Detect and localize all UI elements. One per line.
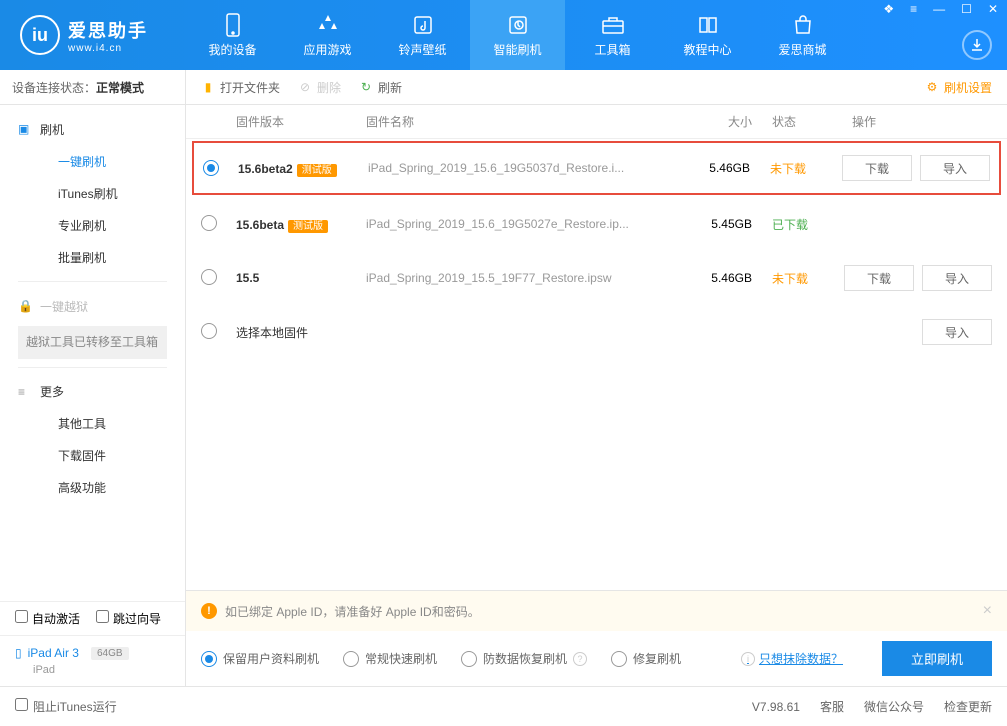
download-manager-button[interactable]	[962, 30, 992, 60]
import-button[interactable]: 导入	[920, 155, 990, 181]
alert-close-button[interactable]: ×	[983, 602, 992, 620]
main-panel: ▮ 打开文件夹 ⊘ 删除 ↻ 刷新 ⚙ 刷机设置 固件版本 固件名称 大小 状态…	[186, 70, 1007, 686]
lock-icon: 🔒	[18, 299, 34, 313]
toolbar: ▮ 打开文件夹 ⊘ 删除 ↻ 刷新 ⚙ 刷机设置	[186, 70, 1007, 105]
erase-data-link[interactable]: i只想抹除数据？	[741, 650, 843, 667]
device-card[interactable]: ▯ iPad Air 3 64GB iPad	[0, 635, 185, 686]
auto-activate-checkbox[interactable]: 自动激活	[15, 610, 80, 627]
import-button[interactable]: 导入	[922, 319, 992, 345]
music-icon	[411, 13, 435, 37]
nav-my-device[interactable]: 我的设备	[185, 0, 280, 70]
delete-button[interactable]: ⊘ 删除	[298, 79, 341, 96]
opt-recovery[interactable]: 防数据恢复刷机?	[461, 650, 587, 667]
row-radio[interactable]	[201, 323, 217, 339]
table-row[interactable]: 选择本地固件导入	[186, 305, 1007, 359]
delete-icon: ⊘	[298, 80, 312, 94]
nav-tools[interactable]: 工具箱	[565, 0, 660, 70]
help-icon[interactable]: ?	[573, 652, 587, 666]
win-menu-icon[interactable]: ❖	[879, 0, 898, 18]
folder-icon: ▮	[201, 80, 215, 94]
logo-area: iu 爱思助手 www.i4.cn	[0, 15, 185, 55]
win-close-icon[interactable]: ✕	[984, 0, 1002, 18]
row-radio[interactable]	[203, 160, 219, 176]
window-controls: ❖ ≡ — ☐ ✕	[879, 0, 1002, 18]
sidebar-itunes-flash[interactable]: iTunes刷机	[0, 177, 185, 209]
win-minimize-icon[interactable]: —	[929, 0, 949, 18]
block-itunes-checkbox[interactable]: 阻止iTunes运行	[15, 698, 117, 715]
import-button[interactable]: 导入	[922, 265, 992, 291]
sidebar-flash-group[interactable]: ▣ 刷机	[0, 113, 185, 145]
header: iu 爱思助手 www.i4.cn 我的设备 应用游戏 铃声壁纸 智能刷机 工具…	[0, 0, 1007, 70]
sidebar-pro-flash[interactable]: 专业刷机	[0, 209, 185, 241]
table-row[interactable]: 15.6beta测试版iPad_Spring_2019_15.6_19G5027…	[186, 197, 1007, 251]
download-button[interactable]: 下载	[842, 155, 912, 181]
logo-en: www.i4.cn	[68, 43, 148, 54]
sidebar-advanced[interactable]: 高级功能	[0, 472, 185, 504]
device-icon	[221, 13, 245, 37]
footer-update[interactable]: 检查更新	[944, 698, 992, 715]
tablet-icon: ▯	[15, 646, 22, 660]
refresh-button[interactable]: ↻ 刷新	[359, 79, 402, 96]
sidebar: 设备连接状态： 正常模式 ▣ 刷机 一键刷机 iTunes刷机 专业刷机 批量刷…	[0, 70, 186, 686]
sidebar-batch-flash[interactable]: 批量刷机	[0, 241, 185, 273]
flash-icon	[506, 13, 530, 37]
info-icon: i	[741, 652, 755, 666]
sidebar-download-fw[interactable]: 下载固件	[0, 440, 185, 472]
win-maximize-icon[interactable]: ☐	[957, 0, 976, 18]
logo-text: 爱思助手 www.i4.cn	[68, 17, 148, 54]
opt-quick[interactable]: 常规快速刷机	[343, 650, 437, 667]
phone-icon: ▣	[18, 122, 34, 136]
flash-now-button[interactable]: 立即刷机	[882, 641, 992, 676]
toolbox-icon	[601, 13, 625, 37]
open-folder-button[interactable]: ▮ 打开文件夹	[201, 79, 280, 96]
logo-cn: 爱思助手	[68, 17, 148, 43]
activation-options: 自动激活 跳过向导	[0, 601, 185, 635]
sidebar-more-group[interactable]: ≡ 更多	[0, 376, 185, 408]
sidebar-other-tools[interactable]: 其他工具	[0, 408, 185, 440]
more-icon: ≡	[18, 385, 34, 399]
sidebar-jailbreak: 🔒 一键越狱	[0, 290, 185, 322]
footer-wechat[interactable]: 微信公众号	[864, 698, 924, 715]
store-icon	[791, 13, 815, 37]
sidebar-oneclick-flash[interactable]: 一键刷机	[0, 145, 185, 177]
gear-icon: ⚙	[925, 80, 939, 94]
table-header: 固件版本 固件名称 大小 状态 操作	[186, 105, 1007, 139]
nav-tutorials[interactable]: 教程中心	[660, 0, 755, 70]
footer-support[interactable]: 客服	[820, 698, 844, 715]
book-icon	[696, 13, 720, 37]
table-row[interactable]: 15.5iPad_Spring_2019_15.5_19F77_Restore.…	[186, 251, 1007, 305]
warning-icon: !	[201, 603, 217, 619]
logo-icon: iu	[20, 15, 60, 55]
row-radio[interactable]	[201, 269, 217, 285]
connection-status: 设备连接状态： 正常模式	[0, 70, 185, 105]
bottom-panel: ! 如已绑定 Apple ID，请准备好 Apple ID和密码。 × 保留用户…	[186, 590, 1007, 686]
download-button[interactable]: 下载	[844, 265, 914, 291]
flash-options: 保留用户资料刷机 常规快速刷机 防数据恢复刷机? 修复刷机 i只想抹除数据？ 立…	[186, 631, 1007, 686]
alert-bar: ! 如已绑定 Apple ID，请准备好 Apple ID和密码。 ×	[186, 591, 1007, 631]
opt-repair[interactable]: 修复刷机	[611, 650, 681, 667]
row-radio[interactable]	[201, 215, 217, 231]
nav-store[interactable]: 爱思商城	[755, 0, 850, 70]
jailbreak-note: 越狱工具已转移至工具箱	[18, 326, 167, 359]
skip-guide-checkbox[interactable]: 跳过向导	[96, 610, 161, 627]
refresh-icon: ↻	[359, 80, 373, 94]
flash-settings-button[interactable]: ⚙ 刷机设置	[925, 79, 992, 96]
version-label: V7.98.61	[752, 700, 800, 714]
table-row[interactable]: 15.6beta2测试版iPad_Spring_2019_15.6_19G503…	[192, 141, 1001, 195]
nav-ringtones[interactable]: 铃声壁纸	[375, 0, 470, 70]
apps-icon	[316, 13, 340, 37]
footer: 阻止iTunes运行 V7.98.61 客服 微信公众号 检查更新	[0, 686, 1007, 726]
win-list-icon[interactable]: ≡	[906, 0, 921, 18]
nav-apps[interactable]: 应用游戏	[280, 0, 375, 70]
opt-keep-data[interactable]: 保留用户资料刷机	[201, 650, 319, 667]
nav-flash[interactable]: 智能刷机	[470, 0, 565, 70]
